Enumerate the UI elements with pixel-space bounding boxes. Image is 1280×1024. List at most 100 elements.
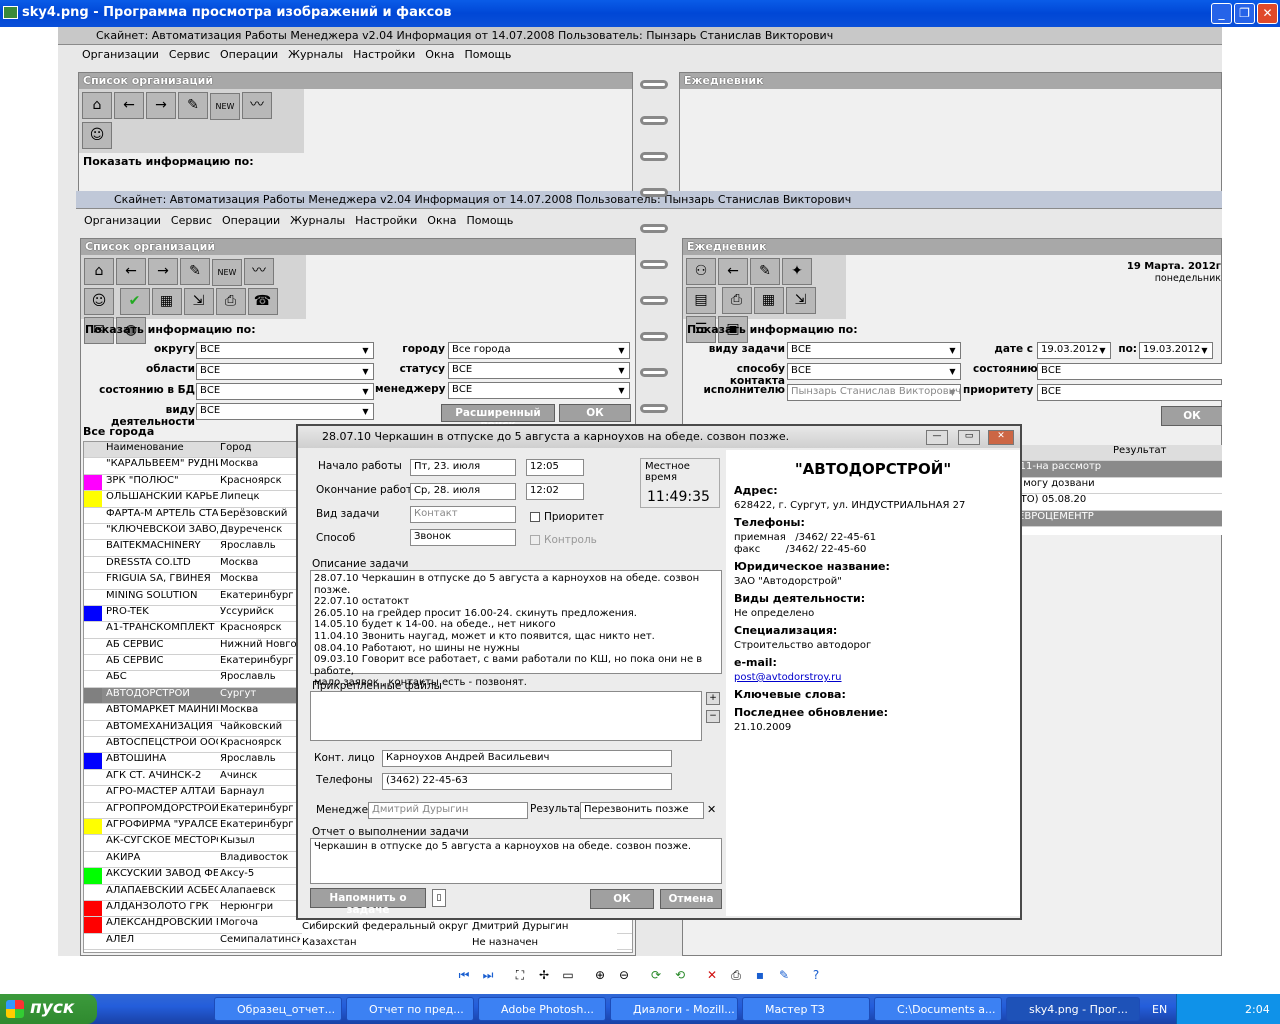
contact-method-select[interactable]: ВСЕ ▼	[787, 363, 961, 380]
person-icon[interactable]: ☺	[84, 288, 114, 315]
save-icon[interactable]: ▪	[751, 966, 769, 984]
orgs-ok-button[interactable]: ОК	[559, 404, 631, 422]
minimize-button[interactable]: _	[1211, 3, 1232, 24]
check-icon[interactable]: ✔	[119, 288, 150, 315]
menu-service-2[interactable]: Сервис	[171, 214, 212, 227]
pulse-icon[interactable]: 〰	[244, 258, 274, 285]
back-icon[interactable]: ←	[116, 258, 146, 285]
users-icon[interactable]: ⚇	[686, 258, 716, 285]
taskbar-item[interactable]: C:\Documents a...	[874, 997, 1002, 1021]
help-icon[interactable]: ?	[807, 966, 825, 984]
start-date-input[interactable]: Пт, 23. июля	[410, 459, 516, 476]
state-select[interactable]: ВСЕ ▼	[196, 383, 374, 400]
manager-select[interactable]: ВСЕ ▼	[448, 382, 630, 399]
chart-icon[interactable]: ▦	[753, 287, 784, 314]
phone-input[interactable]: (3462) 22-45-63	[382, 773, 672, 790]
diary-row[interactable]: ЕНТ (ЕВРОЦЕМЕНТР	[987, 510, 1222, 527]
prev-image-icon[interactable]: ⏮	[455, 966, 473, 984]
best-fit-icon[interactable]: ⛶	[511, 966, 529, 984]
print-icon[interactable]: ⎙	[727, 966, 745, 984]
end-date-input[interactable]: Ср, 28. июля	[410, 483, 516, 500]
menu-windows[interactable]: Окна	[425, 48, 454, 61]
result-col-header[interactable]: Результат	[987, 445, 1222, 462]
start-time-input[interactable]: 12:05	[526, 459, 584, 476]
zoom-out-icon[interactable]: ⊖	[615, 966, 633, 984]
diary-row[interactable]: 11-не могу дозвани	[987, 478, 1222, 495]
forward-icon[interactable]: →	[148, 258, 178, 285]
result-field[interactable]: Перезвонить позже	[580, 802, 704, 819]
tools-icon[interactable]: ✎	[178, 92, 208, 119]
end-time-input[interactable]: 12:02	[526, 483, 584, 500]
email-link[interactable]: post@avtodorstroy.ru	[734, 672, 1012, 683]
add-file-button[interactable]: +	[706, 692, 720, 705]
manager-field[interactable]: Дмитрий Дурыгин	[368, 802, 528, 819]
rotate-ccw-icon[interactable]: ⟲	[671, 966, 689, 984]
export-icon[interactable]: ⇲	[183, 288, 214, 315]
menu-windows-2[interactable]: Окна	[427, 214, 456, 227]
maximize-button[interactable]: ❐	[1234, 3, 1255, 24]
dialog-cancel-button[interactable]: Отмена	[660, 889, 722, 909]
menu-journals[interactable]: Журналы	[288, 48, 343, 61]
city-select[interactable]: Все города ▼	[448, 342, 630, 359]
date-to-input[interactable]: 19.03.2012 ▼	[1139, 342, 1213, 359]
forward-icon[interactable]: →	[146, 92, 176, 119]
method-select[interactable]: Звонок	[410, 529, 516, 546]
back-icon[interactable]: ←	[718, 258, 748, 285]
control-checkbox[interactable]	[530, 535, 540, 545]
contact-input[interactable]: Карноухов Андрей Васильевич	[382, 750, 672, 767]
document-icon[interactable]: ▯	[432, 889, 446, 907]
clear-result-icon[interactable]: ✕	[707, 803, 716, 816]
pin-icon[interactable]: ✦	[782, 258, 812, 285]
print-icon[interactable]: ⎙	[215, 288, 246, 315]
desc-textarea[interactable]: 28.07.10 Черкашин в отпуске до 5 августа…	[310, 570, 722, 688]
remove-file-button[interactable]: −	[706, 710, 720, 723]
report-textarea[interactable]: Черкашин в отпуске до 5 августа а карноу…	[310, 838, 722, 884]
dialog-close-button[interactable]: ✕	[988, 430, 1014, 445]
menu-service[interactable]: Сервис	[169, 48, 210, 61]
note-icon[interactable]: ✎	[750, 258, 780, 285]
exec-select[interactable]: Пынзарь Станислав Викторович ▼	[787, 384, 961, 401]
close-button[interactable]: ✕	[1257, 3, 1278, 24]
menu-ops[interactable]: Операции	[220, 48, 278, 61]
diary-row[interactable]: 06,2011-на рассмотр	[987, 461, 1222, 478]
remind-button[interactable]: Напомнить о задаче	[310, 888, 426, 916]
menu-help[interactable]: Помощь	[465, 48, 512, 61]
dialog-maximize-button[interactable]: ▭	[958, 430, 980, 445]
diary-state-select[interactable]: ВСЕ	[1037, 363, 1222, 380]
back-icon[interactable]: ←	[114, 92, 144, 119]
menu-journals-2[interactable]: Журналы	[290, 214, 345, 227]
person-icon[interactable]: ☺	[82, 122, 112, 149]
files-list[interactable]	[310, 691, 702, 741]
print-icon[interactable]: ⎙	[721, 287, 752, 314]
next-image-icon[interactable]: ⏭	[479, 966, 497, 984]
taskbar-item[interactable]: Отчет по пред...	[346, 997, 474, 1021]
taskbar-item-active[interactable]: sky4.png - Прог...	[1006, 997, 1140, 1021]
delete-icon[interactable]: ✕	[703, 966, 721, 984]
dialog-minimize-button[interactable]: —	[926, 430, 948, 445]
zoom-in-icon[interactable]: ⊕	[591, 966, 609, 984]
task-type-select[interactable]: ВСЕ ▼	[787, 342, 961, 359]
calendar-icon[interactable]: ▤	[686, 287, 716, 314]
tools-icon[interactable]: ✎	[180, 258, 210, 285]
adv-search-button[interactable]: Расширенный поиск	[441, 404, 555, 431]
menu-help-2[interactable]: Помощь	[467, 214, 514, 227]
edit-icon[interactable]: ✎	[775, 966, 793, 984]
status-select[interactable]: ВСЕ ▼	[448, 362, 630, 379]
priority-checkbox[interactable]	[530, 512, 540, 522]
menu-settings-2[interactable]: Настройки	[355, 214, 417, 227]
diary-ok-button[interactable]: ОК	[1161, 406, 1222, 426]
rotate-cw-icon[interactable]: ⟳	[647, 966, 665, 984]
prio-select[interactable]: ВСЕ	[1037, 384, 1222, 401]
diary-row[interactable]: ЗОЛОТО) 05.08.20	[987, 494, 1222, 511]
pulse-icon[interactable]: 〰	[242, 92, 272, 119]
slideshow-icon[interactable]: ▭	[559, 966, 577, 984]
taskbar-item[interactable]: Образец_отчет...	[214, 997, 342, 1021]
type-select[interactable]: Контакт	[410, 506, 516, 523]
new-icon[interactable]: NEW	[212, 259, 242, 286]
taskbar-item[interactable]: Adobe Photosh...	[478, 997, 606, 1021]
actual-size-icon[interactable]: ✢	[535, 966, 553, 984]
phone-icon[interactable]: ☎	[247, 288, 278, 315]
date-from-input[interactable]: 19.03.2012 ▼	[1037, 342, 1111, 359]
menu-orgs-2[interactable]: Организации	[84, 214, 161, 227]
export-icon[interactable]: ⇲	[785, 287, 816, 314]
